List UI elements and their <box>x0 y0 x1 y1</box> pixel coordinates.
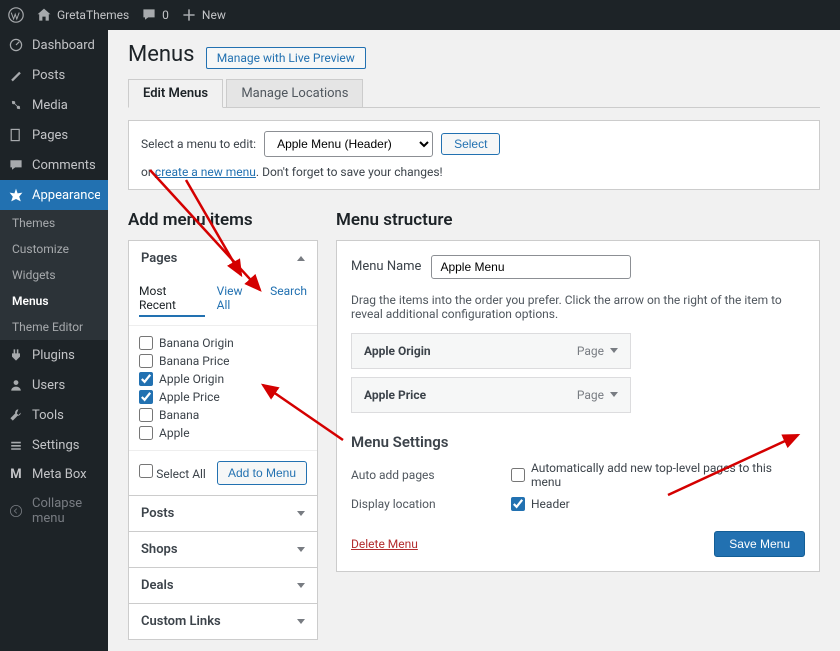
caret-down-icon <box>297 547 305 552</box>
sidebar-item-media[interactable]: Media <box>0 90 108 120</box>
site-name[interactable]: GretaThemes <box>36 7 129 23</box>
create-menu-link[interactable]: create a new menu <box>155 165 256 179</box>
sidebar-item-plugins[interactable]: Plugins <box>0 340 108 370</box>
delete-menu-link[interactable]: Delete Menu <box>351 537 418 551</box>
menu-settings-heading: Menu Settings <box>351 433 805 451</box>
sidebar-item-posts[interactable]: Posts <box>0 60 108 90</box>
sub-item-theme-editor[interactable]: Theme Editor <box>0 314 108 340</box>
page-check-banana[interactable]: Banana <box>139 406 307 424</box>
sidebar-item-pages[interactable]: Pages <box>0 120 108 150</box>
caret-down-icon <box>610 392 618 397</box>
comments-count[interactable]: 0 <box>141 7 169 23</box>
caret-up-icon <box>297 256 305 261</box>
tab-view-all[interactable]: View All <box>217 284 259 317</box>
menu-item-apple-price[interactable]: Apple Price Page <box>351 377 631 413</box>
menu-name-label: Menu Name <box>351 259 421 274</box>
accordion-custom-links[interactable]: Custom Links <box>128 603 318 640</box>
tab-edit-menus[interactable]: Edit Menus <box>128 79 223 108</box>
pages-filter-tabs: Most Recent View All Search <box>129 276 317 326</box>
sidebar-item-settings[interactable]: Settings <box>0 430 108 460</box>
tab-manage-locations[interactable]: Manage Locations <box>226 79 363 107</box>
add-to-menu-button[interactable]: Add to Menu <box>217 461 307 485</box>
caret-down-icon <box>297 619 305 624</box>
admin-bar: GretaThemes 0 New <box>0 0 840 30</box>
caret-down-icon <box>610 348 618 353</box>
wp-logo-icon[interactable] <box>8 7 24 23</box>
accordion-posts[interactable]: Posts <box>128 495 318 532</box>
appearance-submenu: Themes Customize Widgets Menus Theme Edi… <box>0 210 108 340</box>
accordion-pages-header[interactable]: Pages <box>129 241 317 276</box>
page-title: Menus <box>128 42 195 67</box>
page-check-apple-origin[interactable]: Apple Origin <box>139 370 307 388</box>
page-check-banana-price[interactable]: Banana Price <box>139 352 307 370</box>
save-menu-button[interactable]: Save Menu <box>714 531 805 557</box>
display-location-label: Display location <box>351 497 511 511</box>
select-menu-bar: Select a menu to edit: Apple Menu (Heade… <box>128 120 820 190</box>
sidebar-item-comments[interactable]: Comments <box>0 150 108 180</box>
page-check-apple-price[interactable]: Apple Price <box>139 388 307 406</box>
collapse-menu[interactable]: Collapse menu <box>0 489 108 533</box>
sub-item-themes[interactable]: Themes <box>0 210 108 236</box>
structure-panel: Menu Name Drag the items into the order … <box>336 240 820 572</box>
sub-item-widgets[interactable]: Widgets <box>0 262 108 288</box>
sidebar-item-tools[interactable]: Tools <box>0 400 108 430</box>
tab-most-recent[interactable]: Most Recent <box>139 284 205 317</box>
auto-add-label: Auto add pages <box>351 468 511 482</box>
select-all-checkbox[interactable]: Select All <box>139 464 206 482</box>
accordion-deals[interactable]: Deals <box>128 567 318 604</box>
admin-sidebar: Dashboard Posts Media Pages Comments App… <box>0 30 108 651</box>
menu-name-input[interactable] <box>431 255 631 279</box>
auto-add-checkbox[interactable]: Automatically add new top-level pages to… <box>511 461 805 489</box>
display-header-checkbox[interactable]: Header <box>511 497 570 511</box>
sidebar-item-users[interactable]: Users <box>0 370 108 400</box>
accordion-shops[interactable]: Shops <box>128 531 318 568</box>
menu-tabs: Edit Menus Manage Locations <box>128 79 820 108</box>
menu-item-apple-origin[interactable]: Apple Origin Page <box>351 333 631 369</box>
live-preview-button[interactable]: Manage with Live Preview <box>206 47 366 69</box>
structure-helper-text: Drag the items into the order you prefer… <box>351 293 805 321</box>
main-content: Menus Manage with Live Preview Edit Menu… <box>108 30 840 651</box>
sidebar-item-appearance[interactable]: Appearance <box>0 180 108 210</box>
sub-item-menus[interactable]: Menus <box>0 288 108 314</box>
caret-down-icon <box>297 511 305 516</box>
add-items-heading: Add menu items <box>128 210 318 230</box>
select-button[interactable]: Select <box>441 133 500 155</box>
structure-heading: Menu structure <box>336 210 820 230</box>
select-menu-label: Select a menu to edit: <box>141 137 256 151</box>
pages-checklist: Banana Origin Banana Price Apple Origin … <box>129 326 317 450</box>
sidebar-item-meta-box[interactable]: MMeta Box <box>0 460 108 489</box>
page-check-banana-origin[interactable]: Banana Origin <box>139 334 307 352</box>
menu-select[interactable]: Apple Menu (Header) <box>264 131 433 157</box>
accordion-pages: Pages Most Recent View All Search Banana… <box>128 240 318 496</box>
new-content[interactable]: New <box>181 7 226 23</box>
tab-search[interactable]: Search <box>270 284 307 317</box>
page-check-apple[interactable]: Apple <box>139 424 307 442</box>
sub-item-customize[interactable]: Customize <box>0 236 108 262</box>
caret-down-icon <box>297 583 305 588</box>
sidebar-item-dashboard[interactable]: Dashboard <box>0 30 108 60</box>
